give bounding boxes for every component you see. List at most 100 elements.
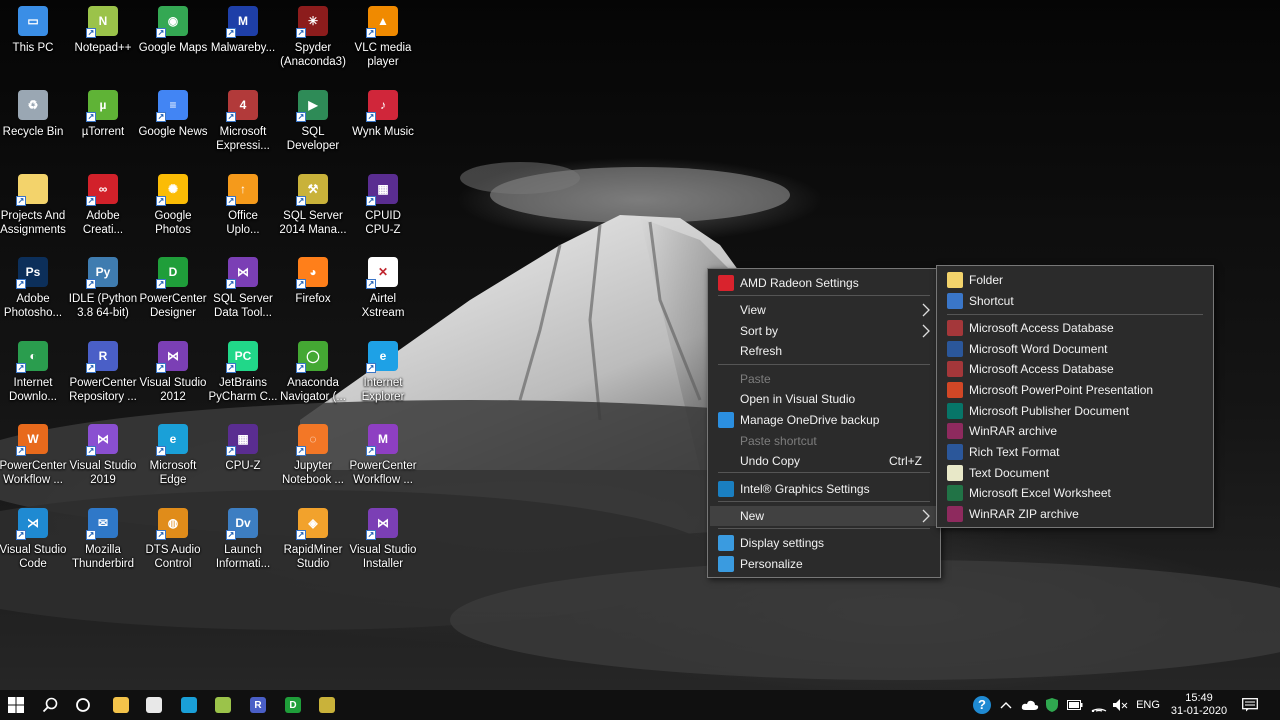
desktop-shortcut[interactable]: ♪ ↗ Wynk Music (348, 84, 418, 164)
new-item-winrar-zip-archive[interactable]: WinRAR ZIP archive (939, 504, 1211, 524)
new-item-shortcut[interactable]: Shortcut (939, 291, 1211, 311)
desktop-shortcut[interactable]: M ↗ PowerCenter Workflow ... (348, 418, 418, 498)
new-item-microsoft-excel-worksheet[interactable]: Microsoft Excel Worksheet (939, 483, 1211, 503)
desktop-shortcut[interactable]: ◕ ↗ Firefox (278, 251, 348, 331)
start-button[interactable] (0, 690, 32, 720)
language-label: ENG (1136, 699, 1160, 711)
desktop-shortcut[interactable]: ◌ ↗ Jupyter Notebook ... (278, 418, 348, 498)
icon-glyph: ◯ (306, 349, 320, 363)
new-item-rich-text-format[interactable]: Rich Text Format (939, 442, 1211, 462)
new-item-folder[interactable]: Folder (939, 270, 1211, 290)
desktop-shortcut[interactable]: M ↗ Malwareby... (208, 0, 278, 80)
desktop-shortcut[interactable]: ♻ Recycle Bin (0, 84, 68, 164)
desktop-shortcut[interactable]: ⋈ ↗ Visual Studio 2012 (138, 335, 208, 415)
search-button[interactable] (35, 690, 65, 720)
desktop-shortcut[interactable]: ✳ ↗ Spyder (Anaconda3) (278, 0, 348, 80)
desktop-shortcut-label: Visual Studio 2012 (139, 377, 207, 403)
menu-item-sort-by[interactable]: Sort by (710, 321, 938, 341)
new-item-winrar-archive[interactable]: WinRAR archive (939, 421, 1211, 441)
taskbar-app-button[interactable] (314, 690, 340, 720)
desktop-shortcut[interactable]: R ↗ PowerCenter Repository ... (68, 335, 138, 415)
desktop-shortcut[interactable]: ↑ ↗ Office Uplo... (208, 168, 278, 248)
menu-item-refresh[interactable]: Refresh (710, 341, 938, 361)
help-tray-button[interactable]: ? (971, 690, 993, 720)
cortana-button[interactable] (68, 690, 98, 720)
show-hidden-icons-button[interactable] (998, 690, 1014, 720)
desktop-shortcut[interactable]: e ↗ Internet Explorer (348, 335, 418, 415)
wifi-tray-button[interactable] (1088, 690, 1110, 720)
new-item-microsoft-powerpoint-presentation[interactable]: Microsoft PowerPoint Presentation (939, 380, 1211, 400)
new-item-microsoft-access-database[interactable]: Microsoft Access Database (939, 318, 1211, 338)
desktop-shortcut[interactable]: ▦ ↗ CPU-Z (208, 418, 278, 498)
desktop-shortcut[interactable]: ↗ Projects And Assignments (0, 168, 68, 248)
icon-glyph: D (289, 699, 297, 711)
desktop-shortcut[interactable]: e ↗ Microsoft Edge (138, 418, 208, 498)
google-news-icon: ≡ ↗ (156, 90, 188, 122)
desktop-shortcut[interactable]: Py ↗ IDLE (Python 3.8 64-bit) (68, 251, 138, 331)
menu-item-paste-shortcut[interactable]: Paste shortcut (710, 431, 938, 451)
desktop-shortcut[interactable]: ⋈ ↗ Visual Studio Installer (348, 502, 418, 582)
taskbar-app-button[interactable] (141, 690, 167, 720)
volume-tray-button[interactable] (1110, 690, 1130, 720)
desktop-shortcut[interactable]: ≡ ↗ Google News (138, 84, 208, 164)
desktop-shortcut[interactable]: ◉ ↗ Google Maps (138, 0, 208, 80)
desktop-shortcut-label: PowerCenter Workflow ... (349, 460, 417, 486)
desktop-shortcut-label: Projects And Assignments (0, 210, 66, 236)
menu-item-new[interactable]: New (710, 506, 938, 526)
desktop-shortcut[interactable]: ⋊ ↗ Visual Studio Code (0, 502, 68, 582)
desktop-shortcut-label: µTorrent (81, 126, 125, 138)
desktop-shortcut[interactable]: ▶ ↗ SQL Developer (278, 84, 348, 164)
desktop-shortcut[interactable]: ◈ ↗ RapidMiner Studio (278, 502, 348, 582)
desktop-shortcut[interactable]: ✺ ↗ Google Photos (138, 168, 208, 248)
input-language-indicator[interactable]: ENG (1134, 690, 1162, 720)
desktop-shortcut[interactable]: PC ↗ JetBrains PyCharm C... (208, 335, 278, 415)
desktop-shortcut[interactable]: 4 ↗ Microsoft Expressi... (208, 84, 278, 164)
clock[interactable]: 15:49 31-01-2020 (1166, 690, 1232, 720)
menu-item-open-in-visual-studio[interactable]: Open in Visual Studio (710, 389, 938, 409)
menu-item-amd-radeon-settings[interactable]: AMD Radeon Settings (710, 273, 938, 293)
desktop-shortcut[interactable]: µ ↗ µTorrent (68, 84, 138, 164)
battery-tray-button[interactable] (1064, 690, 1086, 720)
desktop-shortcut[interactable]: ◐ ↗ Internet Downlo... (0, 335, 68, 415)
desktop-shortcut[interactable]: ◍ ↗ DTS Audio Control (138, 502, 208, 582)
taskbar-app-button[interactable] (108, 690, 134, 720)
menu-item-undo-copy[interactable]: Undo Copy Ctrl+Z (710, 451, 938, 471)
menu-item-intel-graphics-settings[interactable]: Intel® Graphics Settings (710, 479, 938, 499)
taskbar-app-button[interactable]: D (280, 690, 306, 720)
security-tray-button[interactable] (1042, 690, 1062, 720)
taskbar-app-button[interactable] (176, 690, 202, 720)
taskbar-app-button[interactable]: R (245, 690, 271, 720)
desktop-shortcut[interactable]: ◯ ↗ Anaconda Navigator (... (278, 335, 348, 415)
desktop-shortcut[interactable]: Dv ↗ Launch Informati... (208, 502, 278, 582)
new-item-text-document[interactable]: Text Document (939, 463, 1211, 483)
menu-item-manage-onedrive-backup[interactable]: Manage OneDrive backup (710, 410, 938, 430)
desktop-shortcut[interactable]: ⋈ ↗ SQL Server Data Tool... (208, 251, 278, 331)
menu-item-personalize[interactable]: Personalize (710, 554, 938, 574)
icon-glyph: ⚒ (307, 182, 319, 196)
google-photos-icon: ✺ ↗ (156, 174, 188, 206)
desktop-shortcut[interactable]: D ↗ PowerCenter Designer (138, 251, 208, 331)
new-item-microsoft-word-document[interactable]: Microsoft Word Document (939, 339, 1211, 359)
action-center-button[interactable] (1238, 690, 1262, 720)
new-item-microsoft-access-database-2[interactable]: Microsoft Access Database (939, 359, 1211, 379)
desktop-shortcut[interactable]: N ↗ Notepad++ (68, 0, 138, 80)
taskbar-app-button[interactable] (210, 690, 236, 720)
menu-item-view[interactable]: View (710, 300, 938, 320)
new-item-microsoft-publisher-document[interactable]: Microsoft Publisher Document (939, 401, 1211, 421)
desktop-shortcut[interactable]: W ↗ PowerCenter Workflow ... (0, 418, 68, 498)
folder-icon: ↗ (16, 174, 48, 206)
menu-item-paste[interactable]: Paste (710, 369, 938, 389)
desktop-shortcut[interactable]: ∞ ↗ Adobe Creati... (68, 168, 138, 248)
desktop-shortcut[interactable]: ▭ This PC (0, 0, 68, 80)
desktop-shortcut[interactable]: ▲ ↗ VLC media player (348, 0, 418, 80)
onedrive-tray-button[interactable] (1019, 690, 1041, 720)
desktop-shortcut[interactable]: ✕ ↗ Airtel Xstream (348, 251, 418, 331)
menu-item-label: View (740, 303, 766, 317)
desktop-shortcut[interactable]: Ps ↗ Adobe Photosho... (0, 251, 68, 331)
desktop-shortcut[interactable]: ⋈ ↗ Visual Studio 2019 (68, 418, 138, 498)
desktop-shortcut[interactable]: ⚒ ↗ SQL Server 2014 Mana... (278, 168, 348, 248)
amd-radeon-icon (718, 275, 734, 291)
menu-item-display-settings[interactable]: Display settings (710, 533, 938, 553)
desktop-shortcut[interactable]: ✉ ↗ Mozilla Thunderbird (68, 502, 138, 582)
desktop-shortcut[interactable]: ▦ ↗ CPUID CPU-Z (348, 168, 418, 248)
